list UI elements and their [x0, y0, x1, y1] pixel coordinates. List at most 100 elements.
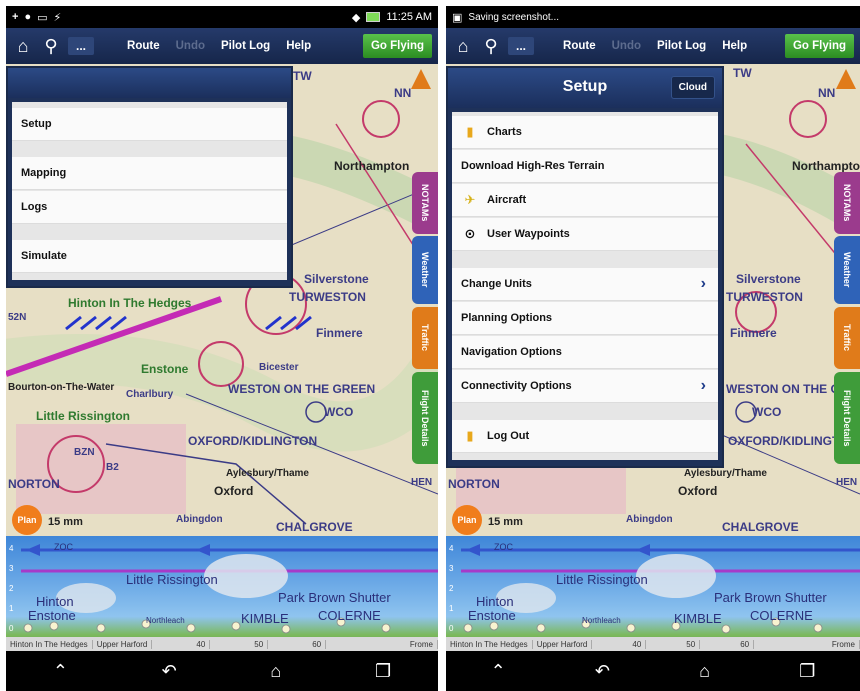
setup-item-charts[interactable]: ▮ Charts: [452, 116, 718, 149]
profile-y-0: 0: [9, 624, 14, 633]
vertical-profile[interactable]: 4 3 2 1 0 ZOC Little Rissington Hinton E…: [446, 536, 860, 651]
tab-flight-details[interactable]: Flight Details: [834, 372, 860, 464]
more-button[interactable]: ...: [508, 37, 535, 55]
map-label-silverstone: Silverstone: [736, 272, 801, 286]
map-scale: 15 mm: [488, 516, 523, 528]
wifi-icon: ◆: [351, 11, 361, 24]
pilot-log-button[interactable]: Pilot Log: [216, 37, 275, 55]
map-label-nn: NN: [818, 86, 836, 100]
back-icon[interactable]: ↶: [595, 661, 610, 682]
setup-item-download-terrain[interactable]: Download High-Res Terrain: [452, 150, 718, 183]
setup-item-user-waypoints[interactable]: ⊙ User Waypoints: [452, 218, 718, 251]
profile-label-kimble: KIMBLE: [674, 611, 722, 626]
tab-notams[interactable]: NOTAMs: [412, 172, 438, 234]
profile-label-park: Park Brown Shutter: [278, 590, 391, 605]
map-label-abingdon: Abingdon: [176, 514, 223, 525]
tab-weather[interactable]: Weather: [834, 236, 860, 304]
status-notification: Saving screenshot...: [468, 11, 560, 23]
profile-x-1: Upper Harford: [533, 639, 593, 649]
route-button[interactable]: Route: [122, 37, 165, 55]
menu-item-simulate[interactable]: Simulate: [12, 240, 287, 273]
setup-item-label: Aircraft: [487, 194, 527, 206]
collapse-icon[interactable]: ⌃: [53, 661, 68, 682]
setup-item-label: Navigation Options: [461, 346, 562, 358]
pilot-log-button[interactable]: Pilot Log: [652, 37, 711, 55]
setup-list: ▮ Charts Download High-Res Terrain ✈ Air…: [452, 112, 718, 460]
route-button[interactable]: Route: [558, 37, 601, 55]
profile-y-1: 1: [9, 604, 14, 613]
menu-item-logs[interactable]: Logs: [12, 191, 287, 224]
map-scale: 15 mm: [48, 516, 83, 528]
battery-icon: [366, 12, 381, 22]
cloud-button[interactable]: Cloud: [670, 76, 715, 99]
map-label-little-rissington: Little Rissington: [36, 409, 130, 423]
screenshot-icon: ▣: [452, 11, 463, 24]
map-label-chalgrove: CHALGROVE: [276, 520, 353, 534]
setup-item-navigation-options[interactable]: Navigation Options: [452, 336, 718, 369]
setup-item-label: Planning Options: [461, 312, 553, 324]
help-button[interactable]: Help: [281, 37, 316, 55]
status-bar: + ● ▭ ⚡ ◆ 11:25 AM: [6, 6, 438, 28]
recent-apps-icon[interactable]: ❐: [375, 661, 391, 682]
home-nav-icon[interactable]: ⌂: [270, 661, 281, 682]
home-icon[interactable]: ⌂: [452, 36, 474, 57]
help-button[interactable]: Help: [717, 37, 752, 55]
plan-button[interactable]: Plan: [452, 505, 482, 535]
map-label-northampton: Northampton: [334, 159, 410, 173]
profile-label-enstone: Enstone: [468, 608, 516, 623]
map-label-charlbury: Charlbury: [126, 389, 174, 400]
waypoint-icon: ⊙: [464, 226, 476, 241]
vertical-profile[interactable]: 4 3 2 1 0 ZOC Little Rissington Hinton E…: [6, 536, 438, 651]
profile-y-4: 4: [449, 544, 454, 553]
setup-popup: Setup Cloud ▮ Charts Download High-Res T…: [446, 66, 724, 468]
setup-item-planning-options[interactable]: Planning Options: [452, 302, 718, 335]
back-icon[interactable]: ↶: [162, 661, 177, 682]
tab-traffic[interactable]: Traffic: [834, 307, 860, 369]
profile-y-0: 0: [449, 624, 454, 633]
profile-label-northleach: Northleach: [582, 616, 621, 625]
left-screenshot: + ● ▭ ⚡ ◆ 11:25 AM ⌂ ⚲ ... Route Undo Pi…: [6, 6, 438, 691]
setup-item-log-out[interactable]: ▮ Log Out: [452, 420, 718, 453]
undo-button[interactable]: Undo: [607, 37, 646, 55]
right-screenshot: ▣ Saving screenshot... ⌂ ⚲ ... Route Und…: [446, 6, 860, 691]
record-icon: ●: [24, 11, 32, 23]
toolbar: ⌂ ⚲ ... Route Undo Pilot Log Help Go Fly…: [6, 28, 438, 64]
map-label-bicester: Bicester: [259, 362, 299, 373]
map-label-hinton: Hinton In The Hedges: [68, 296, 192, 310]
setup-item-aircraft[interactable]: ✈ Aircraft: [452, 184, 718, 217]
tab-weather[interactable]: Weather: [412, 236, 438, 304]
profile-label-park: Park Brown Shutter: [714, 590, 827, 605]
setup-item-connectivity-options[interactable]: Connectivity Options ›: [452, 370, 718, 403]
collapse-icon[interactable]: ⌃: [491, 661, 506, 682]
map-view[interactable]: TW NN Northampton Silverstone TURWESTON …: [6, 64, 438, 536]
home-icon[interactable]: ⌂: [12, 36, 34, 57]
tab-flight-details[interactable]: Flight Details: [412, 372, 438, 464]
menu-item-mapping[interactable]: Mapping: [12, 157, 287, 190]
undo-button[interactable]: Undo: [171, 37, 210, 55]
charts-icon: ▮: [466, 124, 474, 139]
map-label-wco: WCO: [752, 405, 782, 419]
profile-label-northleach: Northleach: [146, 616, 185, 625]
go-flying-button[interactable]: Go Flying: [784, 34, 854, 58]
profile-label-zoc: ZOC: [494, 542, 513, 552]
plan-button[interactable]: Plan: [12, 505, 42, 535]
more-button[interactable]: ...: [68, 37, 95, 55]
window-icon: ▭: [37, 11, 48, 24]
profile-y-1: 1: [449, 604, 454, 613]
setup-item-change-units[interactable]: Change Units ›: [452, 268, 718, 301]
profile-x-4: 60: [308, 639, 327, 649]
search-icon[interactable]: ⚲: [40, 36, 62, 57]
tab-notams[interactable]: NOTAMs: [834, 172, 860, 234]
profile-y-2: 2: [9, 584, 14, 593]
menu-list: Setup Mapping Logs Simulate: [12, 102, 287, 280]
map-view[interactable]: TW NN Northampton Silverstone TURWESTON …: [446, 64, 860, 536]
profile-label-colerne: COLERNE: [318, 608, 381, 623]
menu-item-setup[interactable]: Setup: [12, 108, 287, 141]
map-label-weston: WESTON ON THE GREEN: [228, 382, 376, 396]
go-flying-button[interactable]: Go Flying: [362, 34, 432, 58]
recent-apps-icon[interactable]: ❐: [799, 661, 815, 682]
home-nav-icon[interactable]: ⌂: [699, 661, 710, 682]
search-icon[interactable]: ⚲: [480, 36, 502, 57]
tab-traffic[interactable]: Traffic: [412, 307, 438, 369]
profile-label-hinton: Hinton: [36, 594, 74, 609]
